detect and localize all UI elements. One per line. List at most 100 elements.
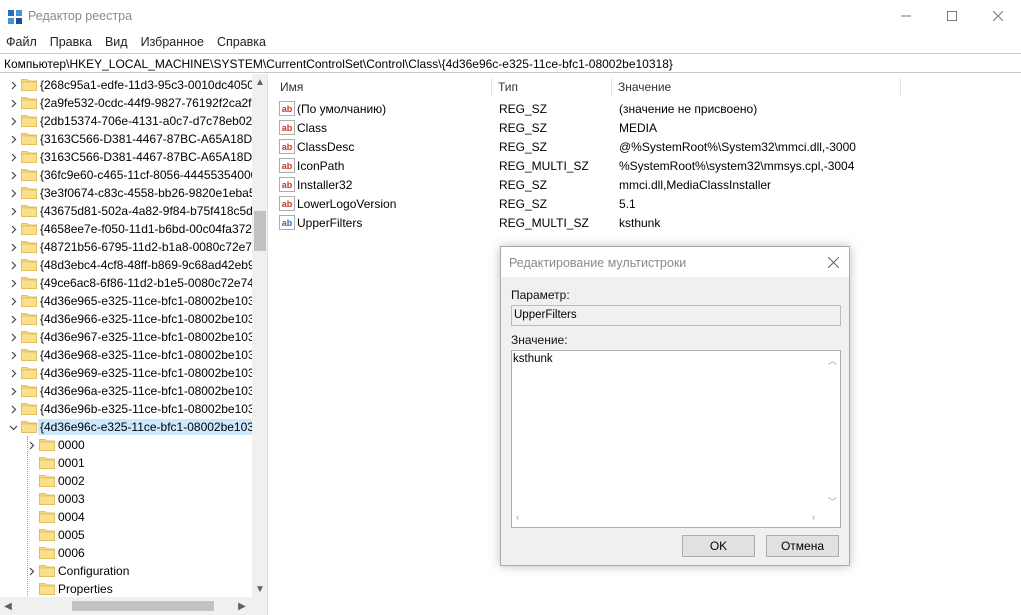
chevron-right-icon[interactable] <box>6 364 20 382</box>
tree-subkey-item[interactable]: Configuration <box>0 562 252 580</box>
value-row[interactable]: ab Class REG_SZ MEDIA <box>274 118 974 137</box>
string-value-icon: ab <box>279 101 295 116</box>
menu-edit[interactable]: Правка <box>50 35 92 49</box>
value-data: ksthunk <box>619 216 661 230</box>
column-header-name[interactable]: Имя <box>274 77 492 97</box>
chevron-right-icon[interactable] <box>6 346 20 364</box>
chevron-right-icon[interactable] <box>6 220 20 238</box>
scroll-right-icon[interactable]: › <box>812 512 815 522</box>
chevron-right-icon[interactable] <box>6 76 20 94</box>
tree-key-item[interactable]: {36fc9e60-c465-11cf-8056-444553540000 <box>0 166 252 184</box>
tree-subkey-item[interactable]: 0005 <box>0 526 252 544</box>
chevron-right-icon[interactable] <box>6 94 20 112</box>
tree-subkey-item[interactable]: 0004 <box>0 508 252 526</box>
tree-key-item[interactable]: {43675d81-502a-4a82-9f84-b75f418c5de <box>0 202 252 220</box>
tree-subkey-item[interactable]: 0001 <box>0 454 252 472</box>
svg-text:ab: ab <box>282 161 293 171</box>
value-row[interactable]: ab ClassDesc REG_SZ @%SystemRoot%\System32\… <box>274 137 974 156</box>
scroll-up-icon[interactable]: ▲ <box>252 74 267 90</box>
tree-key-item[interactable]: {49ce6ac8-6f86-11d2-b1e5-0080c72e74a <box>0 274 252 292</box>
value-row[interactable]: ab IconPath REG_MULTI_SZ %SystemRoot%\syste… <box>274 156 974 175</box>
value-row[interactable]: ab LowerLogoVersion REG_SZ 5.1 <box>274 194 974 213</box>
chevron-right-icon[interactable] <box>6 292 20 310</box>
minimize-button[interactable] <box>883 0 929 32</box>
column-header-value[interactable]: Значение <box>612 77 901 97</box>
tree-key-item[interactable]: {4d36e96a-e325-11ce-bfc1-08002be1031 <box>0 382 252 400</box>
chevron-right-icon[interactable] <box>6 400 20 418</box>
scroll-up-icon[interactable]: ︿ <box>828 354 837 367</box>
tree-key-item[interactable]: {4658ee7e-f050-11d1-b6bd-00c04fa372a <box>0 220 252 238</box>
textarea-horizontal-scrollbar[interactable]: ‹ › <box>512 510 840 527</box>
chevron-right-icon[interactable] <box>6 238 20 256</box>
folder-icon <box>21 133 37 145</box>
tree-key-item[interactable]: {268c95a1-edfe-11d3-95c3-0010dc4050a <box>0 76 252 94</box>
ok-button[interactable]: OK <box>682 535 755 557</box>
value-textarea[interactable]: ksthunk ︿ ﹀ ‹ › <box>511 350 841 528</box>
tree-key-item[interactable]: {48721b56-6795-11d2-b1a8-0080c72e74a <box>0 238 252 256</box>
chevron-right-icon[interactable] <box>6 148 20 166</box>
tree-key-item[interactable]: {4d36e96c-e325-11ce-bfc1-08002be1031 <box>0 418 252 436</box>
value-name: UpperFilters <box>297 216 363 230</box>
tree-key-item[interactable]: {2db15374-706e-4131-a0c7-d7c78eb028 <box>0 112 252 130</box>
scroll-left-icon[interactable]: ◀ <box>0 597 16 615</box>
tree-subkey-item[interactable]: Properties <box>0 580 252 597</box>
tree-horizontal-scroll-thumb[interactable] <box>72 601 214 611</box>
value-row[interactable]: ab (По умолчанию) REG_SZ (значение не присв… <box>274 99 974 118</box>
chevron-right-icon[interactable] <box>6 130 20 148</box>
chevron-right-icon[interactable] <box>6 256 20 274</box>
textarea-vertical-scrollbar[interactable]: ︿ ﹀ <box>825 351 840 511</box>
tree-key-item[interactable]: {4d36e967-e325-11ce-bfc1-08002be1031 <box>0 328 252 346</box>
menu-view[interactable]: Вид <box>105 35 128 49</box>
close-window-button[interactable] <box>975 0 1021 32</box>
tree-horizontal-scrollbar[interactable]: ◀ ▶ <box>0 597 252 615</box>
chevron-down-icon[interactable] <box>6 418 20 436</box>
cancel-button[interactable]: Отмена <box>766 535 839 557</box>
tree-key-item[interactable]: {4d36e96b-e325-11ce-bfc1-08002be1031 <box>0 400 252 418</box>
tree-key-item[interactable]: {3163C566-D381-4467-87BC-A65A18D5E <box>0 148 252 166</box>
tree-vertical-scroll-thumb[interactable] <box>254 211 266 251</box>
value-row[interactable]: ab Installer32 REG_SZ mmci.dll,MediaClassIn… <box>274 175 974 194</box>
chevron-right-icon[interactable] <box>6 328 20 346</box>
scroll-right-icon[interactable]: ▶ <box>234 597 250 615</box>
value-row[interactable]: ab UpperFilters REG_MULTI_SZ ksthunk <box>274 213 974 232</box>
tree-subkey-item[interactable]: 0002 <box>0 472 252 490</box>
chevron-right-icon[interactable] <box>6 202 20 220</box>
tree-item-label: {2a9fe532-0cdc-44f9-9827-76192f2ca2fb <box>40 96 252 110</box>
tree-item-label: {4658ee7e-f050-11d1-b6bd-00c04fa372a <box>40 222 252 236</box>
tree-key-item[interactable]: {2a9fe532-0cdc-44f9-9827-76192f2ca2fb <box>0 94 252 112</box>
folder-icon <box>21 187 37 199</box>
menu-help[interactable]: Справка <box>217 35 266 49</box>
value-data: mmci.dll,MediaClassInstaller <box>619 178 772 192</box>
menu-favorites[interactable]: Избранное <box>141 35 204 49</box>
tree-key-item[interactable]: {4d36e966-e325-11ce-bfc1-08002be1031 <box>0 310 252 328</box>
address-bar[interactable]: Компьютер\HKEY_LOCAL_MACHINE\SYSTEM\Curr… <box>0 53 1021 73</box>
scroll-left-icon[interactable]: ‹ <box>516 512 519 522</box>
chevron-right-icon[interactable] <box>6 166 20 184</box>
scroll-down-icon[interactable]: ﹀ <box>828 495 837 508</box>
menu-file[interactable]: Файл <box>6 35 37 49</box>
tree-item-label: {4d36e966-e325-11ce-bfc1-08002be1031 <box>40 312 252 326</box>
svg-text:ab: ab <box>282 142 293 152</box>
chevron-right-icon[interactable] <box>6 184 20 202</box>
dialog-close-button[interactable] <box>823 253 843 271</box>
tree-key-item[interactable]: {4d36e965-e325-11ce-bfc1-08002be1031 <box>0 292 252 310</box>
tree-key-item[interactable]: {4d36e968-e325-11ce-bfc1-08002be1031 <box>0 346 252 364</box>
tree-key-item[interactable]: {3e3f0674-c83c-4558-bb26-9820e1eba5c <box>0 184 252 202</box>
tree-key-item[interactable]: {4d36e969-e325-11ce-bfc1-08002be1031 <box>0 364 252 382</box>
tree-key-item[interactable]: {48d3ebc4-4cf8-48ff-b869-9c68ad42eb9 <box>0 256 252 274</box>
maximize-button[interactable] <box>929 0 975 32</box>
chevron-right-icon[interactable] <box>6 274 20 292</box>
chevron-right-icon[interactable] <box>6 382 20 400</box>
folder-icon <box>39 475 55 487</box>
scroll-down-icon[interactable]: ▼ <box>252 581 267 597</box>
tree-key-item[interactable]: {3163C566-D381-4467-87BC-A65A18D5E <box>0 130 252 148</box>
column-header-type[interactable]: Тип <box>492 77 612 97</box>
tree-subkey-item[interactable]: 0006 <box>0 544 252 562</box>
tree-subkey-item[interactable]: 0003 <box>0 490 252 508</box>
chevron-right-icon[interactable] <box>6 310 20 328</box>
tree-vertical-scrollbar[interactable]: ▲ ▼ <box>252 74 267 597</box>
tree-item-label: {2db15374-706e-4131-a0c7-d7c78eb028 <box>40 114 252 128</box>
value-type: REG_MULTI_SZ <box>499 216 589 230</box>
chevron-right-icon[interactable] <box>6 112 20 130</box>
tree-subkey-item[interactable]: 0000 <box>0 436 252 454</box>
